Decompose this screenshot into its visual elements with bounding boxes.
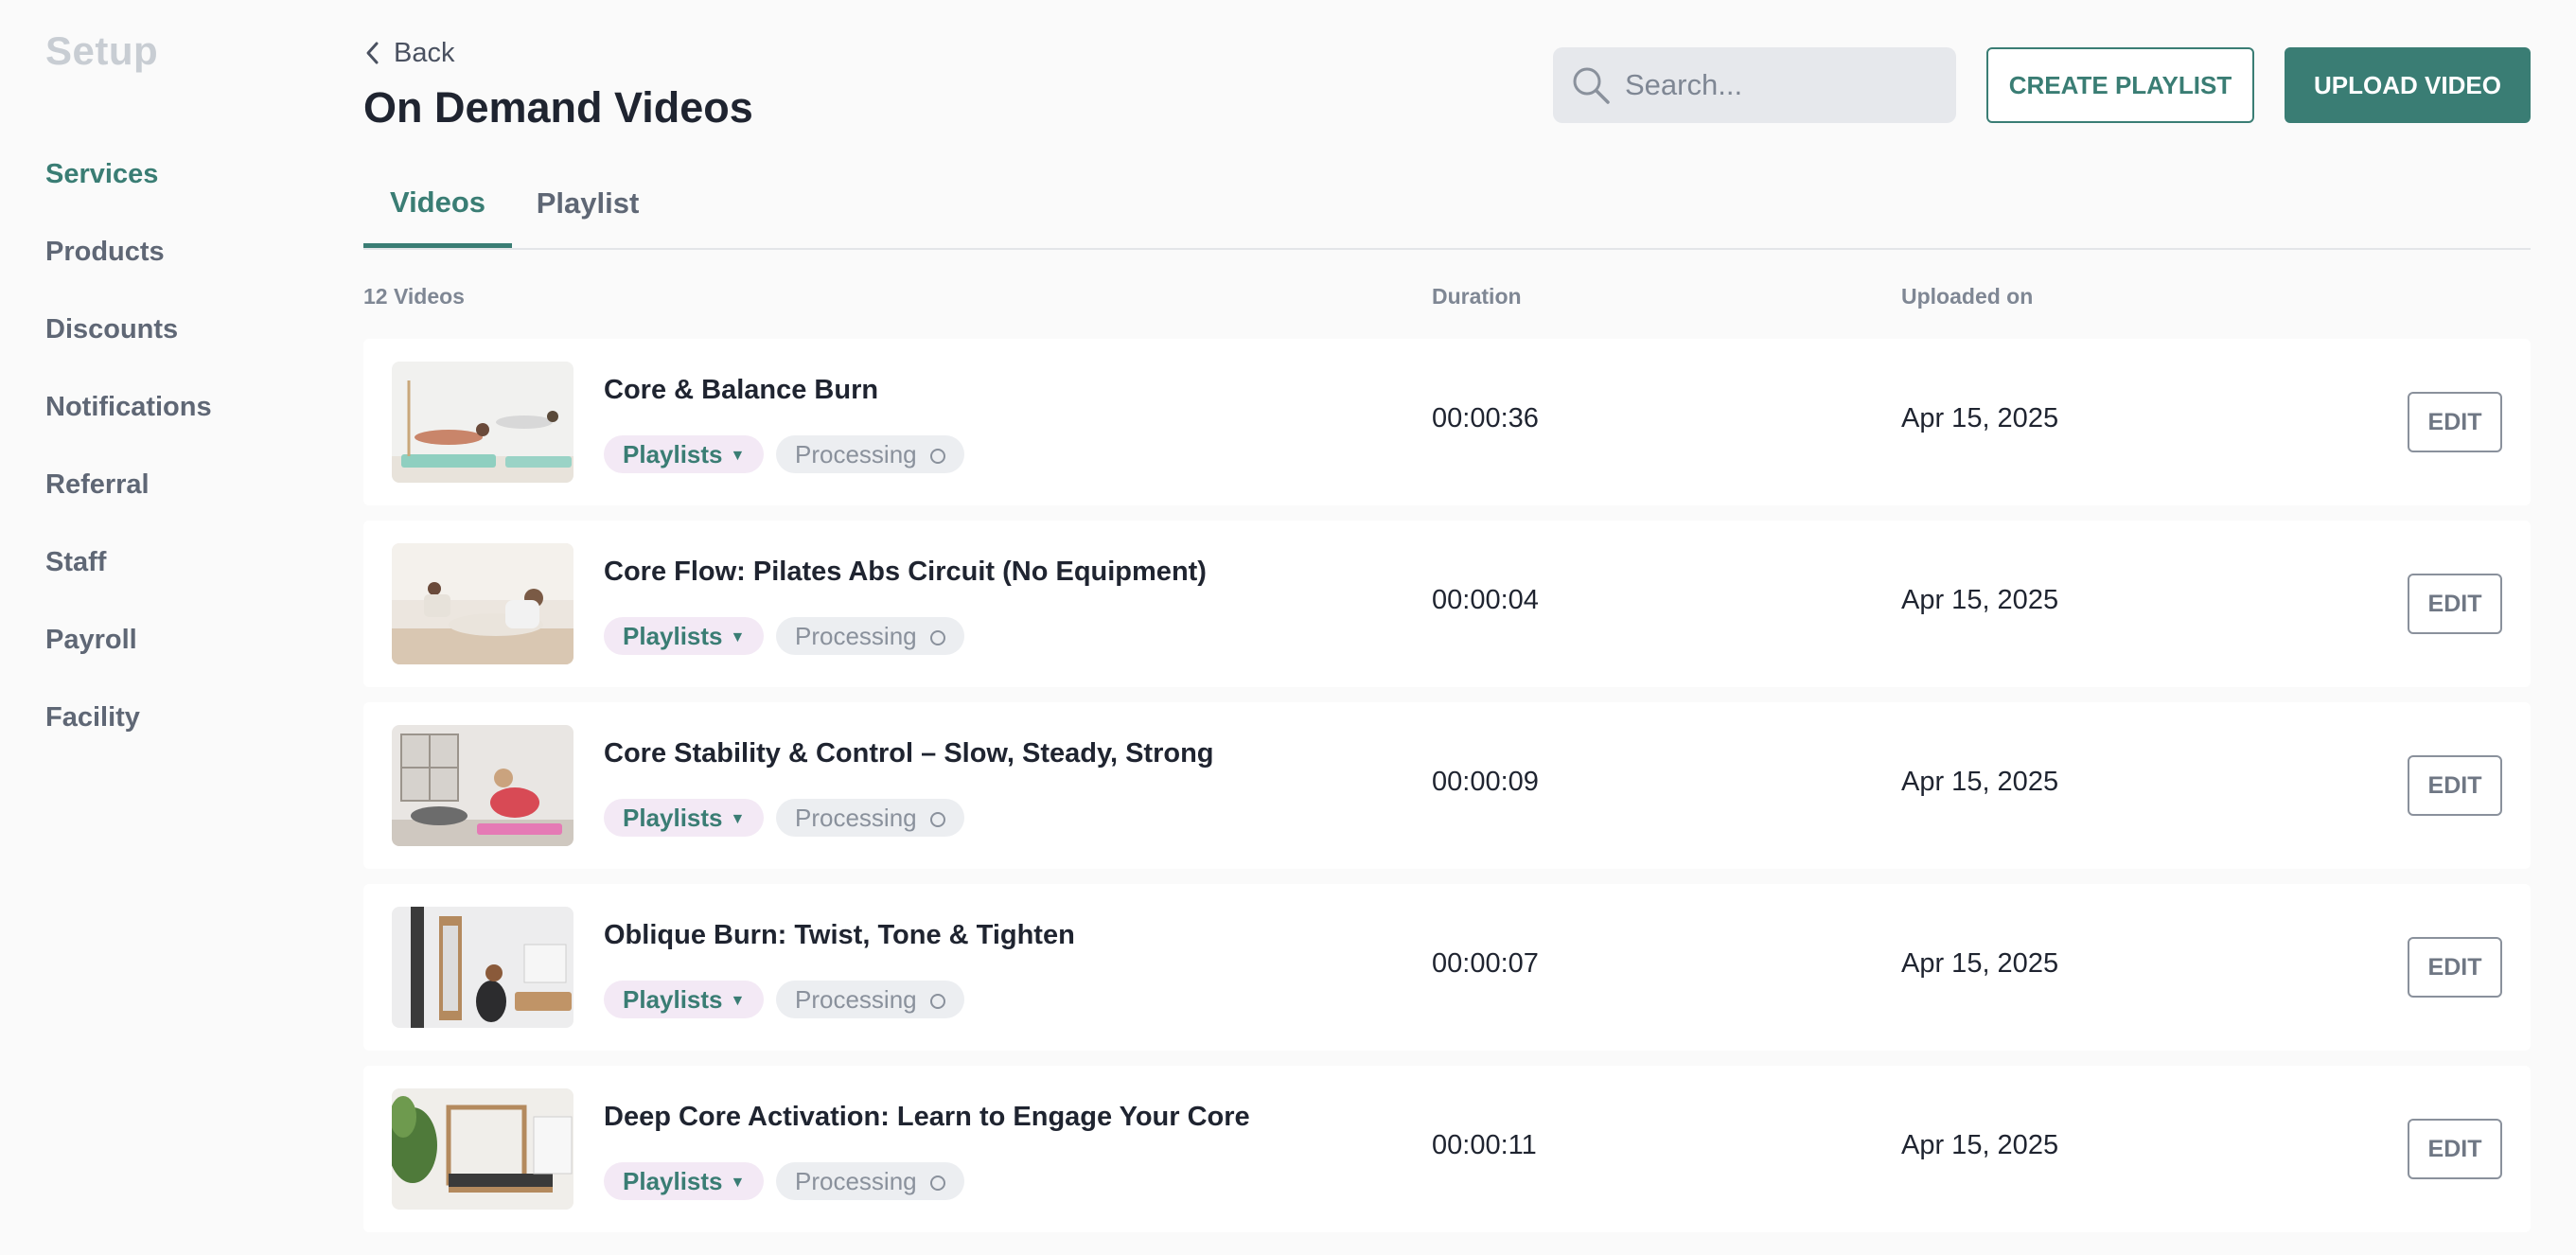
uploaded-header: Uploaded on (1901, 284, 2034, 309)
playlists-label: Playlists (623, 439, 723, 468)
search-box (1553, 47, 1956, 123)
video-title[interactable]: Deep Core Activation: Learn to Engage Yo… (604, 1102, 1250, 1133)
spinner-icon (929, 812, 945, 827)
edit-button[interactable]: EDIT (2408, 1119, 2502, 1179)
video-thumbnail[interactable] (392, 362, 573, 483)
processing-badge: Processing (776, 1162, 964, 1200)
playlists-dropdown[interactable]: Playlists ▼ (604, 799, 765, 837)
list-header: 12 Videos Duration Uploaded on (363, 284, 2531, 316)
video-title[interactable]: Core Stability & Control – Slow, Steady,… (604, 738, 1214, 769)
playlists-label: Playlists (623, 621, 723, 650)
video-row: Oblique Burn: Twist, Tone & Tighten Play… (363, 884, 2531, 1051)
tab-videos[interactable]: Videos (363, 161, 512, 248)
video-duration: 00:00:11 (1432, 1130, 1537, 1160)
video-duration: 00:00:09 (1432, 767, 1539, 797)
video-row: Deep Core Activation: Learn to Engage Yo… (363, 1066, 2531, 1232)
create-playlist-button[interactable]: CREATE PLAYLIST (1986, 47, 2254, 123)
processing-label: Processing (795, 984, 917, 1014)
caret-down-icon: ▼ (730, 993, 746, 1009)
spinner-icon (929, 630, 945, 645)
chevron-left-icon (366, 42, 379, 64)
video-upload-date: Apr 15, 2025 (1901, 1130, 2059, 1160)
tab-playlist[interactable]: Playlist (512, 161, 663, 246)
search-icon (1573, 67, 1610, 104)
sidebar-item-payroll[interactable]: Payroll (45, 617, 212, 695)
spinner-icon (929, 994, 945, 1009)
processing-badge: Processing (776, 799, 964, 837)
video-upload-date: Apr 15, 2025 (1901, 403, 2059, 433)
video-title[interactable]: Core & Balance Burn (604, 375, 878, 406)
video-count: 12 Videos (363, 284, 465, 309)
caret-down-icon: ▼ (730, 811, 746, 827)
video-upload-date: Apr 15, 2025 (1901, 767, 2059, 797)
video-row: Core Stability & Control – Slow, Steady,… (363, 702, 2531, 869)
video-upload-date: Apr 15, 2025 (1901, 585, 2059, 615)
video-thumbnail[interactable] (392, 725, 573, 846)
edit-button[interactable]: EDIT (2408, 937, 2502, 998)
sidebar-item-referral[interactable]: Referral (45, 462, 212, 539)
video-upload-date: Apr 15, 2025 (1901, 948, 2059, 979)
playlists-label: Playlists (623, 984, 723, 1014)
video-thumbnail[interactable] (392, 907, 573, 1028)
video-duration: 00:00:36 (1432, 403, 1539, 433)
spinner-icon (929, 1175, 945, 1191)
processing-label: Processing (795, 439, 917, 468)
processing-badge: Processing (776, 981, 964, 1018)
video-row: Core Flow: Pilates Abs Circuit (No Equip… (363, 521, 2531, 687)
caret-down-icon: ▼ (730, 448, 746, 464)
processing-label: Processing (795, 621, 917, 650)
caret-down-icon: ▼ (730, 1175, 746, 1191)
processing-label: Processing (795, 1166, 917, 1195)
upload-video-button[interactable]: UPLOAD VIDEO (2285, 47, 2531, 123)
processing-badge: Processing (776, 617, 964, 655)
sidebar: Setup Services Products Discounts Notifi… (0, 0, 363, 1255)
edit-button[interactable]: EDIT (2408, 755, 2502, 816)
processing-label: Processing (795, 803, 917, 832)
playlists-dropdown[interactable]: Playlists ▼ (604, 617, 765, 655)
back-link[interactable]: Back (363, 34, 454, 72)
playlists-label: Playlists (623, 1166, 723, 1195)
playlists-dropdown[interactable]: Playlists ▼ (604, 981, 765, 1018)
sidebar-item-services[interactable]: Services (45, 151, 212, 229)
edit-button[interactable]: EDIT (2408, 392, 2502, 452)
video-thumbnail[interactable] (392, 1088, 573, 1210)
sidebar-item-products[interactable]: Products (45, 229, 212, 307)
playlists-dropdown[interactable]: Playlists ▼ (604, 1162, 765, 1200)
sidebar-nav: Services Products Discounts Notification… (45, 151, 212, 772)
sidebar-item-staff[interactable]: Staff (45, 539, 212, 617)
processing-badge: Processing (776, 435, 964, 473)
edit-button[interactable]: EDIT (2408, 574, 2502, 634)
sidebar-item-discounts[interactable]: Discounts (45, 307, 212, 384)
back-label: Back (394, 37, 455, 68)
video-title[interactable]: Core Flow: Pilates Abs Circuit (No Equip… (604, 557, 1207, 588)
duration-header: Duration (1432, 284, 1522, 309)
sidebar-title: Setup (45, 28, 159, 73)
tab-bar: Videos Playlist (363, 161, 2531, 250)
search-input[interactable] (1623, 67, 1949, 103)
spinner-icon (929, 449, 945, 464)
sidebar-item-facility[interactable]: Facility (45, 695, 212, 772)
sidebar-item-notifications[interactable]: Notifications (45, 384, 212, 462)
caret-down-icon: ▼ (730, 629, 746, 645)
page-title: On Demand Videos (363, 83, 753, 132)
main-content: Back On Demand Videos CREATE PLAYLIST UP… (363, 0, 2531, 1255)
video-duration: 00:00:04 (1432, 585, 1539, 615)
playlists-dropdown[interactable]: Playlists ▼ (604, 435, 765, 473)
playlists-label: Playlists (623, 803, 723, 832)
video-title[interactable]: Oblique Burn: Twist, Tone & Tighten (604, 920, 1075, 951)
video-thumbnail[interactable] (392, 543, 573, 664)
video-row: Core & Balance Burn Playlists ▼ Processi… (363, 339, 2531, 505)
video-duration: 00:00:07 (1432, 948, 1539, 979)
